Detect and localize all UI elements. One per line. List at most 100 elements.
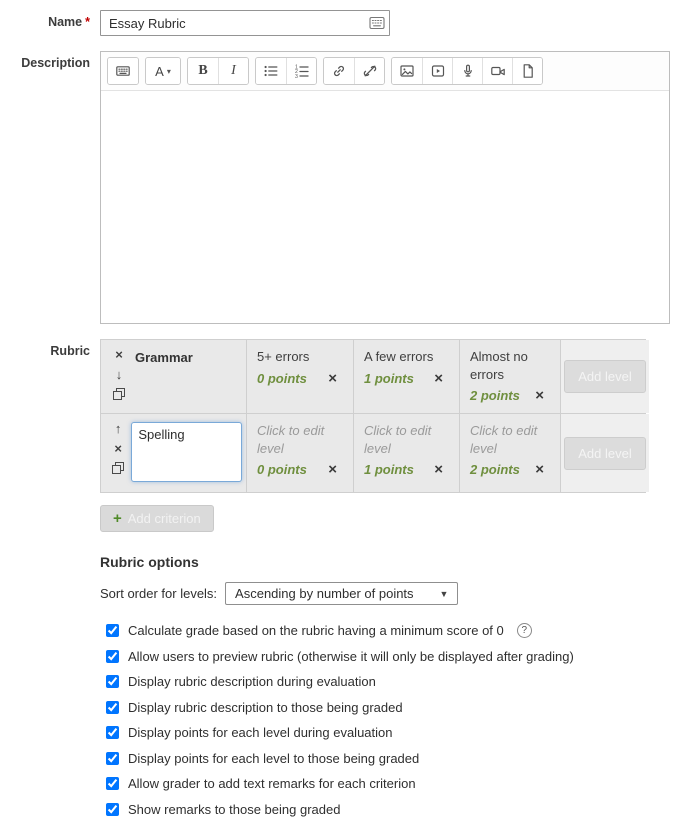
delete-criterion-icon[interactable]: × — [114, 442, 122, 455]
option-label: Display rubric description during evalua… — [128, 674, 376, 689]
delete-level-icon[interactable]: × — [434, 462, 443, 477]
toolbar-group-lists: 1 2 3 — [255, 57, 317, 85]
delete-level-icon[interactable]: × — [328, 462, 337, 477]
delete-level-icon[interactable]: × — [434, 371, 443, 386]
unlink-icon — [362, 63, 378, 79]
microphone-icon — [460, 63, 476, 79]
level-cell[interactable]: A few errors 1 points × — [354, 340, 459, 413]
criterion-controls: ↑ × — [107, 420, 129, 486]
option-label: Display rubric description to those bein… — [128, 700, 403, 715]
insert-image-button[interactable] — [392, 58, 422, 84]
italic-icon: I — [231, 63, 236, 79]
rubric-label: Rubric — [0, 339, 90, 532]
level-cell[interactable]: 5+ errors 0 points × — [247, 340, 353, 413]
chevron-down-icon: ▾ — [167, 67, 171, 76]
option-label: Calculate grade based on the rubric havi… — [128, 623, 504, 638]
option-row-min-score: Calculate grade based on the rubric havi… — [106, 623, 678, 638]
record-audio-button[interactable] — [452, 58, 482, 84]
required-marker: * — [85, 15, 90, 29]
link-button[interactable] — [324, 58, 354, 84]
options-checkbox-list: Calculate grade based on the rubric havi… — [106, 623, 678, 817]
keyboard-icon — [369, 16, 385, 33]
manage-files-button[interactable] — [512, 58, 542, 84]
description-label: Description — [0, 51, 90, 324]
criterion-cell: ↑ × Spelling — [101, 414, 246, 492]
level-cell[interactable]: Click to edit level 1 points × — [354, 414, 459, 492]
delete-level-icon[interactable]: × — [328, 371, 337, 386]
option-row-preview-rubric: Allow users to preview rubric (otherwise… — [106, 649, 678, 664]
option-label: Display points for each level during eva… — [128, 725, 393, 740]
toolbar-group-links — [323, 57, 385, 85]
level-points: 2 points — [470, 388, 520, 403]
toolbar-group-style: B I — [187, 57, 249, 85]
add-criterion-label: Add criterion — [128, 511, 201, 526]
record-video-button[interactable] — [482, 58, 512, 84]
level-points: 0 points — [257, 462, 307, 477]
description-editor-area[interactable] — [101, 91, 669, 323]
chevron-down-icon: ▼ — [440, 589, 449, 599]
points-graded-checkbox[interactable] — [106, 752, 119, 765]
image-icon — [399, 63, 415, 79]
level-cell[interactable]: Click to edit level 2 points × — [460, 414, 560, 492]
level-points: 1 points — [364, 371, 414, 386]
duplicate-criterion-icon[interactable] — [112, 462, 124, 474]
rubric-row: Rubric × ↓ Grammar 5+ errors 0 points — [0, 339, 678, 532]
name-input[interactable] — [100, 10, 390, 36]
level-cell[interactable]: Almost no errors 2 points × — [460, 340, 560, 413]
delete-level-icon[interactable]: × — [535, 388, 544, 403]
min-score-checkbox[interactable] — [106, 624, 119, 637]
option-label: Display points for each level to those b… — [128, 751, 419, 766]
toolbar-group-extra — [107, 57, 139, 85]
criterion-controls: × ↓ — [107, 346, 131, 407]
add-level-button[interactable]: Add level — [564, 360, 645, 393]
sort-order-select[interactable]: Ascending by number of points ▼ — [225, 582, 458, 605]
option-label: Allow grader to add text remarks for eac… — [128, 776, 416, 791]
option-row-desc-evaluation: Display rubric description during evalua… — [106, 674, 678, 689]
font-color-button[interactable]: A ▾ — [146, 58, 180, 84]
option-row-points-evaluation: Display points for each level during eva… — [106, 725, 678, 740]
unlink-button[interactable] — [354, 58, 384, 84]
bold-icon: B — [198, 63, 207, 79]
toolbar-group-media — [391, 57, 543, 85]
media-icon — [430, 63, 446, 79]
move-up-icon[interactable]: ↑ — [115, 422, 122, 435]
italic-button[interactable]: I — [218, 58, 248, 84]
delete-criterion-icon[interactable]: × — [115, 348, 123, 361]
delete-level-icon[interactable]: × — [535, 462, 544, 477]
level-points: 0 points — [257, 371, 307, 386]
preview-rubric-checkbox[interactable] — [106, 650, 119, 663]
criterion-name-input[interactable]: Spelling — [131, 422, 242, 482]
option-label: Show remarks to those being graded — [128, 802, 340, 817]
level-cell[interactable]: Click to edit level 0 points × — [247, 414, 353, 492]
unordered-list-icon — [263, 63, 279, 79]
desc-evaluation-checkbox[interactable] — [106, 675, 119, 688]
show-remarks-checkbox[interactable] — [106, 803, 119, 816]
help-icon[interactable]: ? — [517, 623, 532, 638]
rubric-options-section: Rubric options Sort order for levels: As… — [100, 554, 678, 817]
add-criterion-button[interactable]: + Add criterion — [100, 505, 214, 532]
add-level-button[interactable]: Add level — [564, 437, 645, 470]
unordered-list-button[interactable] — [256, 58, 286, 84]
bold-button[interactable]: B — [188, 58, 218, 84]
show-more-buttons-icon[interactable] — [108, 58, 138, 84]
name-label-text: Name — [48, 15, 82, 29]
rubric-options-heading: Rubric options — [100, 554, 678, 570]
level-definition: A few errors — [364, 348, 453, 366]
desc-graded-checkbox[interactable] — [106, 701, 119, 714]
description-row: Description A ▾ — [0, 51, 678, 324]
duplicate-criterion-icon[interactable] — [113, 388, 125, 400]
video-camera-icon — [490, 63, 506, 79]
ordered-list-button[interactable]: 1 2 3 — [286, 58, 316, 84]
level-definition-placeholder: Click to edit level — [257, 422, 347, 457]
sort-order-label: Sort order for levels: — [100, 586, 217, 601]
remarks-checkbox[interactable] — [106, 777, 119, 790]
add-level-cell: Add level — [561, 414, 649, 492]
ordered-list-icon: 1 2 3 — [294, 63, 310, 79]
sort-order-value: Ascending by number of points — [235, 586, 414, 601]
criterion-name[interactable]: Grammar — [131, 346, 242, 407]
insert-media-button[interactable] — [422, 58, 452, 84]
rubric-edit-form: Name* Description — [0, 10, 678, 817]
move-down-icon[interactable]: ↓ — [116, 368, 123, 381]
points-evaluation-checkbox[interactable] — [106, 726, 119, 739]
name-label: Name* — [0, 10, 90, 36]
